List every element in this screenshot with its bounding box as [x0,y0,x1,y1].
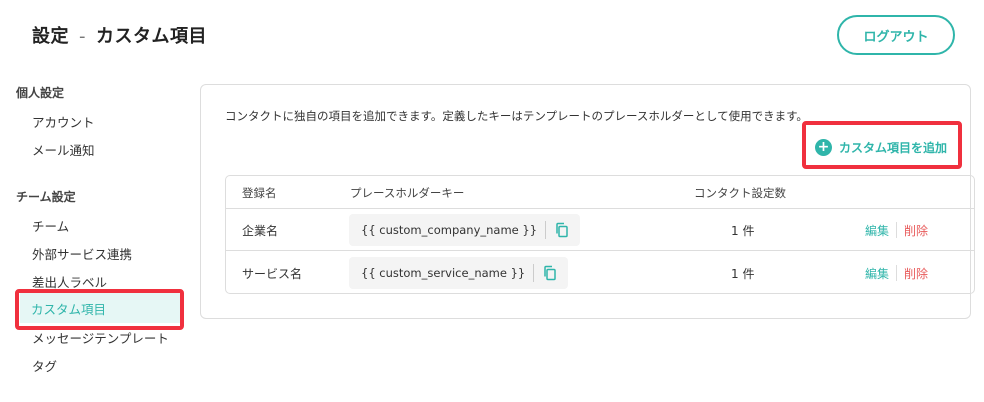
sidebar-item-account[interactable]: アカウント [24,106,179,136]
placeholder-key-chip: {{ custom_company_name }} [349,214,581,246]
sidebar-item-tags[interactable]: タグ [24,350,179,380]
cell-contact-count: 1 件 [731,266,755,281]
add-custom-field-label: カスタム項目を追加 [839,140,948,155]
logout-button[interactable]: ログアウト [837,15,955,55]
action-divider [896,265,898,281]
placeholder-key-text: {{ custom_company_name }} [361,223,538,237]
copy-icon[interactable] [554,222,570,238]
sidebar-item-mail-notification[interactable]: メール通知 [24,134,179,164]
page-title-sub: カスタム項目 [96,26,207,47]
column-header-placeholder-key: プレースホルダーキー [350,185,465,200]
sidebar-item-external-services[interactable]: 外部サービス連携 [24,238,179,268]
page-title-main: 設定 [32,26,69,47]
chip-divider [545,221,547,239]
page-header: 設定 - カスタム項目 ログアウト [0,0,984,70]
delete-link[interactable]: 削除 [904,265,928,282]
edit-link[interactable]: 編集 [865,265,889,282]
custom-fields-card: コンタクトに独自の項目を追加できます。定義したキーはテンプレートのプレースホルダ… [200,84,975,319]
sidebar-item-message-templates[interactable]: メッセージテンプレート [24,322,179,352]
page-title: 設定 - カスタム項目 [32,22,207,48]
plus-circle-icon: + [815,138,832,156]
sidebar-item-custom-fields[interactable]: カスタム項目 [20,293,180,323]
custom-fields-table: 登録名 プレースホルダーキー コンタクト設定数 企業名 {{ custom_co… [225,175,975,294]
description-text: コンタクトに独自の項目を追加できます。定義したキーはテンプレートのプレースホルダ… [225,109,808,123]
table-header: 登録名 プレースホルダーキー コンタクト設定数 [226,176,974,209]
placeholder-key-text: {{ custom_service_name }} [361,266,526,280]
placeholder-key-chip: {{ custom_service_name }} [349,257,569,289]
table-row: サービス名 {{ custom_service_name }} 1 件 編集 削… [226,252,974,293]
add-custom-field-button[interactable]: + カスタム項目を追加 [815,135,947,159]
copy-icon[interactable] [542,265,558,281]
cell-name: サービス名 [242,266,303,281]
sidebar-item-team[interactable]: チーム [24,210,179,240]
column-header-contact-count: コンタクト設定数 [694,185,786,200]
edit-link[interactable]: 編集 [865,222,889,239]
table-row: 企業名 {{ custom_company_name }} 1 件 編集 削除 [226,209,974,251]
column-header-name: 登録名 [242,185,277,200]
sidebar-heading-personal: 個人設定 [16,86,65,100]
sidebar-item-sender-label[interactable]: 差出人ラベル [24,266,179,296]
page-title-separator: - [79,26,86,47]
action-divider [896,222,898,238]
cell-contact-count: 1 件 [731,223,755,238]
sidebar-heading-team: チーム設定 [16,190,76,204]
delete-link[interactable]: 削除 [904,222,928,239]
row-actions: 編集 削除 [865,209,928,251]
cell-name: 企業名 [242,223,279,238]
chip-divider [533,264,535,282]
row-actions: 編集 削除 [865,252,928,293]
